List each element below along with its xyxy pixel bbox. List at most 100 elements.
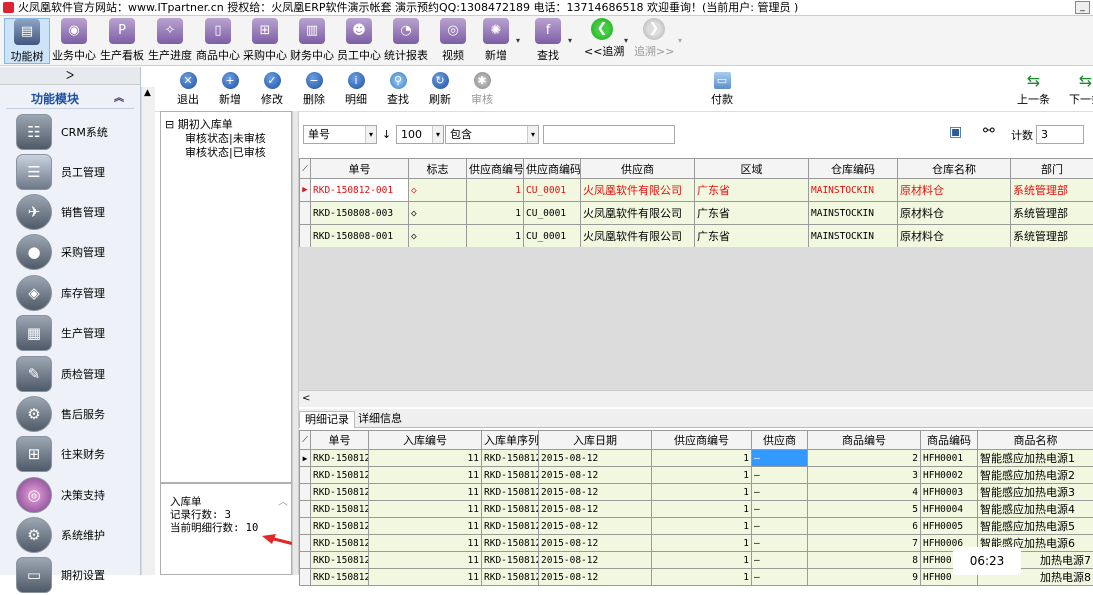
toolbar-production-progress[interactable]: ✧生产进度 bbox=[147, 18, 193, 64]
table-cell[interactable]: RKD-150812- bbox=[311, 501, 369, 518]
sidebar-item-initial-setup[interactable]: ▭期初设置 bbox=[16, 555, 141, 595]
tree-node-approved[interactable]: 审核状态|已审核 bbox=[185, 144, 266, 160]
table-cell[interactable]: HFH0001 bbox=[921, 450, 978, 467]
sidebar-item-production[interactable]: ▦生产管理 bbox=[16, 313, 141, 353]
toolbar-employee-center[interactable]: ☻员工中心 bbox=[336, 18, 382, 64]
previous-record-button[interactable]: ⇆上一条 bbox=[1017, 72, 1050, 107]
table-cell[interactable]: 智能感应加热电源1 bbox=[978, 450, 1093, 467]
table-cell[interactable]: RKD-150812- bbox=[482, 535, 539, 552]
table-cell[interactable]: HFH0003 bbox=[921, 484, 978, 501]
column-header[interactable]: 仓库名称 bbox=[898, 159, 1011, 179]
column-header[interactable]: 商品编码 bbox=[921, 431, 978, 450]
next-record-button[interactable]: ⇆下一条 bbox=[1069, 72, 1093, 107]
table-cell[interactable]: 原材料仓 bbox=[898, 202, 1011, 225]
sidebar-item-inventory[interactable]: ◈库存管理 bbox=[16, 273, 141, 313]
table-cell[interactable]: 11 bbox=[369, 552, 482, 569]
toolbar-finance-center[interactable]: ▥财务中心 bbox=[289, 18, 335, 64]
filter-limit-select[interactable]: 100▾ bbox=[396, 125, 444, 144]
table-cell[interactable]: 1 bbox=[467, 202, 524, 225]
edit-button[interactable]: ✓修改 bbox=[261, 72, 283, 107]
table-cell[interactable]: RKD-150812- bbox=[482, 518, 539, 535]
column-header[interactable]: 仓库编码 bbox=[809, 159, 898, 179]
table-cell[interactable]: 7 bbox=[808, 535, 921, 552]
table-cell[interactable]: 2015-08-12 bbox=[539, 450, 652, 467]
table-cell[interactable]: 1 bbox=[467, 225, 524, 248]
count-field[interactable]: 3 bbox=[1036, 125, 1084, 144]
panel-splitter[interactable] bbox=[292, 111, 299, 575]
binoculars-icon[interactable]: ⚯ bbox=[983, 123, 995, 139]
sidebar-item-system[interactable]: ⚙系统维护 bbox=[16, 515, 141, 555]
column-header[interactable]: 单号 bbox=[311, 431, 369, 450]
table-cell[interactable]: 1 bbox=[652, 467, 752, 484]
tab-detail-info[interactable]: 详细信息 bbox=[353, 411, 407, 428]
add-dropdown-icon[interactable]: ▾ bbox=[516, 36, 520, 45]
sidebar-item-quality[interactable]: ✎质检管理 bbox=[16, 354, 141, 394]
column-header[interactable]: 入库编号 bbox=[369, 431, 482, 450]
toolbar-function-tree[interactable]: ▤功能树 bbox=[4, 18, 50, 64]
column-header[interactable]: 供应商 bbox=[581, 159, 695, 179]
table-cell[interactable]: RKD-150812- bbox=[311, 518, 369, 535]
table-cell[interactable]: RKD-150812- bbox=[311, 484, 369, 501]
table-cell[interactable]: 4 bbox=[808, 484, 921, 501]
table-cell[interactable]: 11 bbox=[369, 450, 482, 467]
sidebar-item-decision[interactable]: ◎决策支持 bbox=[16, 475, 141, 515]
minimize-button[interactable]: _ bbox=[1075, 1, 1090, 14]
table-cell[interactable]: 11 bbox=[369, 484, 482, 501]
table-cell[interactable]: 系统管理部 bbox=[1011, 179, 1093, 202]
table-cell[interactable]: – bbox=[752, 535, 808, 552]
toolbar-statistics-report[interactable]: ◔统计报表 bbox=[383, 18, 429, 64]
table-cell[interactable]: 9 bbox=[808, 569, 921, 586]
table-cell[interactable]: RKD-150812- bbox=[311, 467, 369, 484]
table-cell[interactable]: 2015-08-12 bbox=[539, 467, 652, 484]
table-cell[interactable]: – bbox=[752, 467, 808, 484]
table-cell[interactable]: – bbox=[752, 518, 808, 535]
table-cell[interactable]: RKD-150812- bbox=[311, 552, 369, 569]
trace-forward-dropdown-icon[interactable]: ▾ bbox=[678, 36, 682, 45]
sidebar-scrollbar[interactable]: ▲ bbox=[141, 87, 155, 575]
table-cell[interactable]: MAINSTOCKIN bbox=[809, 179, 898, 202]
table-cell[interactable]: 原材料仓 bbox=[898, 179, 1011, 202]
table-cell[interactable]: 1 bbox=[652, 484, 752, 501]
find-dropdown-icon[interactable]: ▾ bbox=[568, 36, 572, 45]
column-header[interactable]: 供应商编号 bbox=[467, 159, 524, 179]
toolbar-trace-back[interactable]: ❮<<追溯▾ bbox=[584, 18, 620, 64]
detail-button[interactable]: i明细 bbox=[345, 72, 367, 107]
table-cell[interactable]: 智能感应加热电源2 bbox=[978, 467, 1093, 484]
toolbar-goods-center[interactable]: ▯商品中心 bbox=[195, 18, 241, 64]
table-cell[interactable]: 系统管理部 bbox=[1011, 202, 1093, 225]
table-cell[interactable]: ◇ bbox=[409, 179, 467, 202]
table-cell[interactable]: 系统管理部 bbox=[1011, 225, 1093, 248]
sidebar-toggle[interactable]: ᐳ bbox=[0, 67, 140, 85]
filter-operator-select[interactable]: 包含▾ bbox=[445, 125, 539, 144]
table-cell[interactable]: 11 bbox=[369, 501, 482, 518]
table-cell[interactable]: 1 bbox=[467, 179, 524, 202]
table-cell[interactable]: 1 bbox=[652, 501, 752, 518]
table-cell[interactable]: RKD-150812- bbox=[482, 450, 539, 467]
table-cell[interactable]: RKD-150812- bbox=[482, 552, 539, 569]
column-header[interactable]: 单号 bbox=[311, 159, 409, 179]
approve-button[interactable]: ✱审核 bbox=[471, 72, 493, 107]
sidebar-item-purchase[interactable]: ●采购管理 bbox=[16, 232, 141, 272]
delete-button[interactable]: −删除 bbox=[303, 72, 325, 107]
column-header[interactable]: 区域 bbox=[695, 159, 809, 179]
payment-button[interactable]: ▭付款 bbox=[711, 72, 733, 107]
scroll-up-icon[interactable]: ▲ bbox=[144, 88, 151, 98]
table-cell[interactable]: 2 bbox=[808, 450, 921, 467]
table-cell[interactable]: 3 bbox=[808, 467, 921, 484]
table-row[interactable]: RKD-150812- 11 RKD-150812- 2015-08-12 1 … bbox=[300, 467, 1093, 484]
scroll-up-icon[interactable]: ︿ bbox=[278, 496, 288, 509]
sidebar-item-finance[interactable]: ⊞往来财务 bbox=[16, 434, 141, 474]
table-cell[interactable]: MAINSTOCKIN bbox=[809, 202, 898, 225]
toolbar-find[interactable]: f查找▾ bbox=[532, 18, 564, 64]
table-row[interactable]: ▶ RKD-150812-001 ◇ 1 CU_0001 火凤凰软件有限公司 广… bbox=[300, 179, 1093, 202]
toolbar-production-board[interactable]: P生产看板 bbox=[99, 18, 145, 64]
table-cell[interactable]: RKD-150808-003 bbox=[311, 202, 409, 225]
column-header[interactable]: 部门 bbox=[1011, 159, 1093, 179]
table-cell[interactable]: 1 bbox=[652, 450, 752, 467]
table-cell[interactable]: 火凤凰软件有限公司 bbox=[581, 202, 695, 225]
table-cell[interactable]: 6 bbox=[808, 518, 921, 535]
table-row[interactable]: RKD-150808-003 ◇ 1 CU_0001 火凤凰软件有限公司 广东省… bbox=[300, 202, 1093, 225]
table-cell[interactable]: 火凤凰软件有限公司 bbox=[581, 179, 695, 202]
table-row[interactable]: RKD-150812- 11 RKD-150812- 2015-08-12 1 … bbox=[300, 484, 1093, 501]
table-cell[interactable]: HFH0002 bbox=[921, 467, 978, 484]
